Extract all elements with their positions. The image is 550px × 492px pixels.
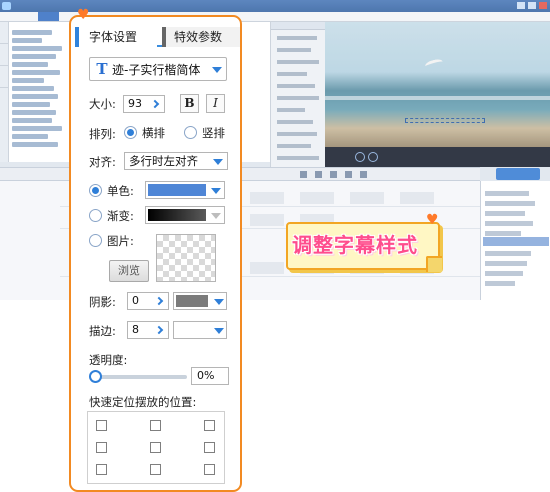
chevron-down-icon xyxy=(214,328,224,334)
heart-icon: ♥ xyxy=(77,7,90,23)
shadow-label: 阴影: xyxy=(89,295,116,309)
chevron-down-icon xyxy=(213,159,223,165)
fill-solid-radio[interactable] xyxy=(89,184,102,197)
shadow-input[interactable]: 0 xyxy=(127,292,169,310)
browse-button[interactable]: 浏览 xyxy=(109,260,149,282)
font-family-value: 迹-子实行楷简体 xyxy=(112,63,201,77)
stroke-value: 8 xyxy=(132,323,139,336)
chevron-right-icon xyxy=(154,325,164,335)
position-top-right[interactable] xyxy=(204,420,215,431)
font-settings-panel: 字体设置 特效参数 T 迹-子实行楷简体 大小: 93 B I 排列: 横排 竖… xyxy=(69,15,242,492)
tab-font-settings[interactable]: 字体设置 xyxy=(75,27,157,47)
position-middle-left[interactable] xyxy=(96,442,107,453)
opacity-value[interactable]: 0% xyxy=(191,367,229,385)
font-size-value: 93 xyxy=(128,97,142,110)
fill-solid-label: 单色: xyxy=(107,184,134,198)
stroke-input[interactable]: 8 xyxy=(127,321,169,339)
alignment-value: 多行时左对齐 xyxy=(129,154,198,168)
solid-color-picker[interactable] xyxy=(145,181,225,199)
layout-horizontal-radio[interactable] xyxy=(124,126,137,139)
caption-sticker: 调整字幕样式 ♥ xyxy=(286,212,446,274)
opacity-slider[interactable] xyxy=(89,370,187,383)
chevron-right-icon xyxy=(154,296,164,306)
font-type-icon: T xyxy=(96,60,108,78)
layout-vertical-radio[interactable] xyxy=(184,126,197,139)
position-grid xyxy=(87,411,225,484)
chevron-down-icon xyxy=(212,67,222,73)
stroke-color-picker[interactable] xyxy=(173,321,227,339)
screen: 调整字幕样式 ♥ ♥ 字体设置 特效参数 T 迹-子实行楷简体 大小: 93 B… xyxy=(0,0,550,492)
opacity-label: 透明度: xyxy=(89,353,128,367)
layout-label: 排列: xyxy=(89,127,116,141)
position-top-left[interactable] xyxy=(96,420,107,431)
chevron-down-icon xyxy=(211,213,221,219)
chevron-right-icon xyxy=(150,99,160,109)
fill-gradient-label: 渐变: xyxy=(107,209,134,223)
shadow-color-picker[interactable] xyxy=(173,292,227,310)
size-label: 大小: xyxy=(89,97,116,111)
position-label: 快速定位摆放的位置: xyxy=(89,395,197,409)
image-fill-preview xyxy=(156,234,216,282)
caption-sticker-text: 调整字幕样式 xyxy=(292,233,418,257)
font-size-input[interactable]: 93 xyxy=(123,95,165,113)
heart-icon: ♥ xyxy=(426,212,439,228)
layout-horizontal-label: 横排 xyxy=(142,126,165,140)
position-bottom-center[interactable] xyxy=(150,464,161,475)
panel-tabs: 字体设置 特效参数 xyxy=(75,27,240,47)
shadow-color-swatch xyxy=(176,295,208,307)
tab-effect-params[interactable]: 特效参数 xyxy=(162,27,240,47)
position-top-center[interactable] xyxy=(150,420,161,431)
chevron-down-icon xyxy=(214,299,224,305)
shadow-value: 0 xyxy=(132,294,139,307)
opacity-slider-handle[interactable] xyxy=(89,370,102,383)
gradient-swatch xyxy=(148,209,206,221)
stroke-label: 描边: xyxy=(89,324,116,338)
fill-image-radio[interactable] xyxy=(89,234,102,247)
fill-gradient-radio[interactable] xyxy=(89,209,102,222)
position-center[interactable] xyxy=(150,442,161,453)
layout-vertical-label: 竖排 xyxy=(202,126,225,140)
solid-color-swatch xyxy=(148,184,206,196)
fill-image-label: 图片: xyxy=(107,234,134,248)
align-label: 对齐: xyxy=(89,155,116,169)
bold-button[interactable]: B xyxy=(180,94,199,113)
position-bottom-right[interactable] xyxy=(204,464,215,475)
italic-button[interactable]: I xyxy=(206,94,225,113)
gradient-color-picker[interactable] xyxy=(145,206,225,224)
alignment-select[interactable]: 多行时左对齐 xyxy=(124,152,228,170)
position-bottom-left[interactable] xyxy=(96,464,107,475)
font-family-select[interactable]: T 迹-子实行楷简体 xyxy=(89,57,227,81)
chevron-down-icon xyxy=(211,188,221,194)
position-middle-right[interactable] xyxy=(204,442,215,453)
